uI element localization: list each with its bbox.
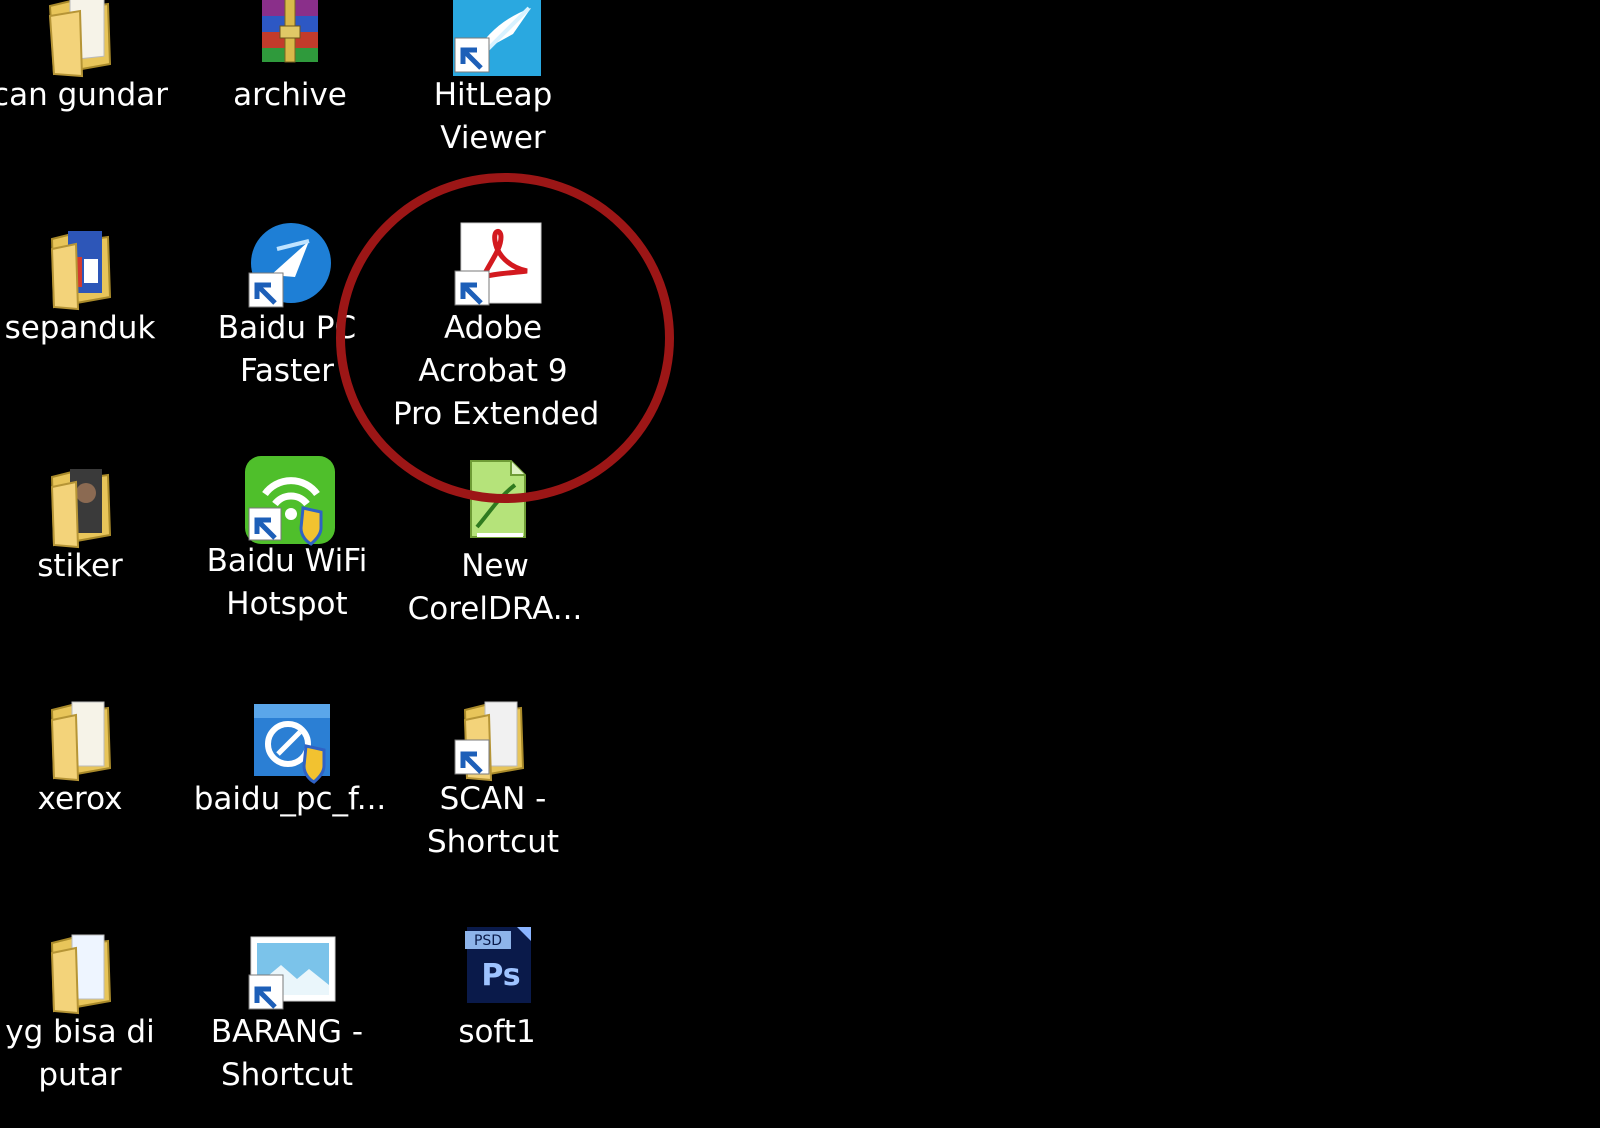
coreldraw-file-icon [445, 457, 545, 557]
icon-label: HitLeap Viewer [393, 74, 593, 160]
label-line: archive [233, 77, 347, 113]
label-line: Baidu PC [217, 310, 357, 346]
photoshop-psd-file-icon: PSD Ps [447, 923, 547, 1023]
icon-label: BARANG - Shortcut [187, 1011, 387, 1097]
label-line: Hotspot [226, 586, 348, 622]
label-line: can gundar [0, 77, 168, 113]
baidu-installer-shortcut-icon [240, 690, 340, 790]
label-line: Faster [239, 353, 335, 389]
label-line: Acrobat 9 [418, 353, 568, 389]
label-line: stiker [37, 548, 123, 584]
label-line: BARANG - [210, 1014, 364, 1050]
icon-label: baidu_pc_f... [190, 778, 390, 821]
label-line: Viewer [440, 120, 546, 156]
label-line: baidu_pc_f... [193, 781, 387, 817]
icon-label: New CorelDRA... [395, 545, 595, 631]
icon-label: Baidu WiFi Hotspot [187, 540, 387, 626]
label-line: New [461, 548, 529, 584]
icon-label: xerox [0, 778, 180, 821]
label-line: HitLeap [433, 77, 553, 113]
label-line: SCAN - [439, 781, 547, 817]
label-line: soft1 [458, 1014, 536, 1050]
icon-label: stiker [0, 545, 180, 588]
baidu-wifi-shortcut-icon [237, 452, 337, 552]
label-line: Shortcut [220, 1057, 354, 1093]
label-line: putar [38, 1057, 122, 1093]
folder-icon [30, 923, 130, 1023]
icon-label: SCAN - Shortcut [393, 778, 593, 864]
label-line: Baidu WiFi [206, 543, 368, 579]
label-line: Pro Extended [393, 396, 600, 432]
icon-label: soft1 [397, 1011, 597, 1054]
label-line: Adobe [443, 310, 543, 346]
photoshop-mark-text: Ps [481, 958, 520, 993]
icon-label: Adobe Acrobat 9 Pro Extended [393, 307, 600, 436]
label-line: xerox [37, 781, 123, 817]
image-shortcut-icon [237, 923, 337, 1023]
psd-badge-text: PSD [474, 933, 502, 949]
adobe-acrobat-shortcut-icon [443, 219, 543, 319]
folder-icon [30, 457, 130, 557]
baidu-pc-faster-shortcut-icon [237, 219, 337, 319]
folder-icon [30, 690, 130, 790]
label-line: yg bisa di [5, 1014, 155, 1050]
icon-label: sepanduk [0, 307, 180, 350]
icon-label: yg bisa di putar [0, 1011, 180, 1097]
label-line: CorelDRA... [407, 591, 583, 627]
folder-icon [30, 219, 130, 319]
icon-label: Baidu PC Faster [187, 307, 387, 393]
desktop[interactable]: can gundar archive HitLeap Viewer sepand… [0, 0, 1600, 1128]
label-line: Shortcut [426, 824, 560, 860]
icon-label: archive [190, 74, 390, 117]
folder-shortcut-icon [443, 690, 543, 790]
label-line: sepanduk [4, 310, 156, 346]
icon-label: can gundar [0, 74, 180, 117]
